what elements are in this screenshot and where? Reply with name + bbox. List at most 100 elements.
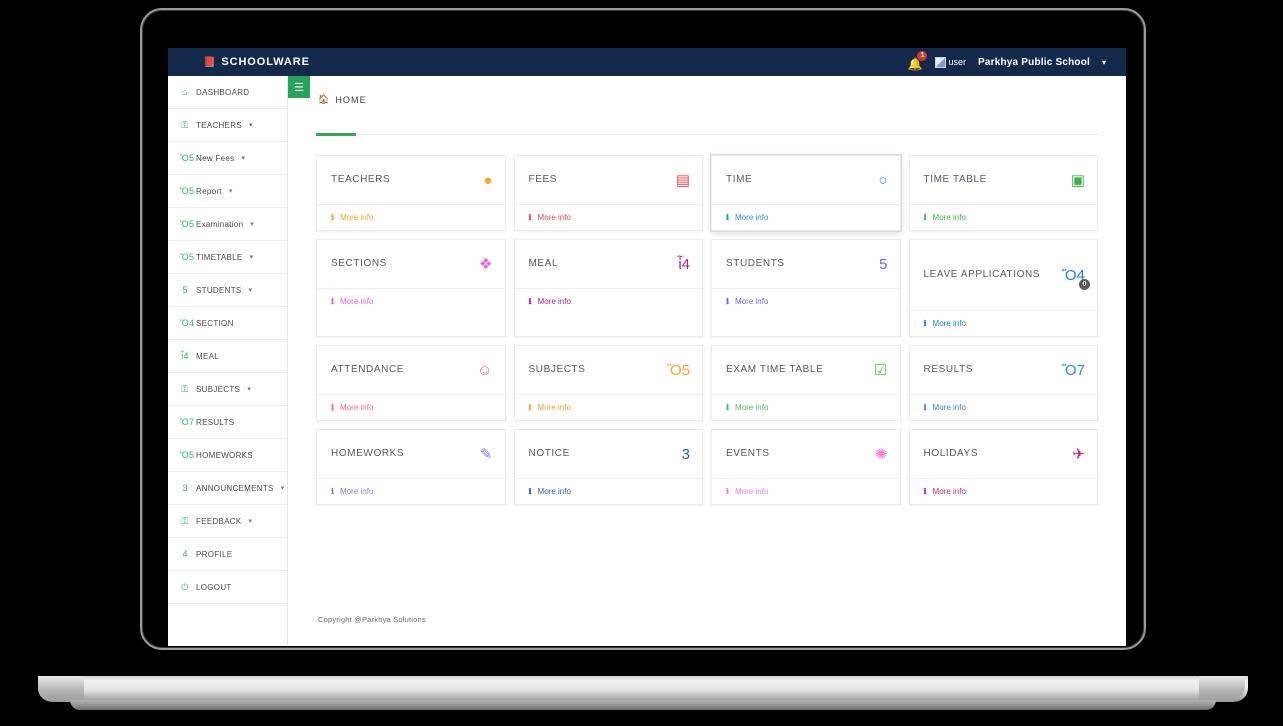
card-meal[interactable]: MEAL ἷ4 ℹ More info xyxy=(514,239,704,337)
sidebar-item-homeworks[interactable]: Ὅ5 HOMEWORKS xyxy=(168,439,287,472)
sidebar-item-feedback[interactable]: ⚿ FEEDBACK ▾ xyxy=(168,505,287,538)
sidebar-item-label: TIMETABLE xyxy=(196,253,243,262)
more-info-link[interactable]: ℹ More info xyxy=(712,394,900,420)
sidebar-item-label: FEEDBACK xyxy=(196,517,242,526)
card-header: STUDENTS ὆5 xyxy=(712,240,900,288)
card-attendance[interactable]: ATTENDANCE ☺ ℹ More info xyxy=(316,345,506,421)
more-info-label: More info xyxy=(340,487,373,496)
sidebar-item-timetable[interactable]: Ὄ5 TIMETABLE ▾ xyxy=(168,241,287,274)
more-info-link[interactable]: ℹ More info xyxy=(712,288,900,314)
sidebar-item-students[interactable]: ὆5 STUDENTS ▾ xyxy=(168,274,287,307)
sidebar-item-label: ANNOUNCEMENTS xyxy=(196,484,274,493)
card-homeworks[interactable]: HOMEWORKS ✎ ℹ More info xyxy=(316,429,506,505)
sidebar-item-report[interactable]: Ὄ5 Report ▾ xyxy=(168,175,287,208)
sidebar-item-section[interactable]: Ὄ4 SECTION xyxy=(168,307,287,340)
more-info-link[interactable]: ℹ More info xyxy=(712,478,900,504)
chevron-down-icon: ▾ xyxy=(247,385,251,393)
calendar-plus-icon: ▣ xyxy=(1071,173,1085,188)
more-info-link[interactable]: ℹ More info xyxy=(515,288,703,314)
calendar-icon: Ὄ5 xyxy=(180,252,190,262)
lock-icon: ⚿ xyxy=(180,120,190,131)
sidebar-item-label: DASHBOARD xyxy=(196,88,249,97)
card-title: HOLIDAYS xyxy=(924,448,979,460)
card-header: TEACHERS ● xyxy=(317,156,505,204)
more-info-link[interactable]: ℹ More info xyxy=(515,478,703,504)
card-title: NOTICE xyxy=(529,448,570,460)
more-info-link[interactable]: ℹ More info xyxy=(712,204,900,230)
card-time[interactable]: TIME ○ ℹ More info xyxy=(711,155,901,231)
more-info-label: More info xyxy=(538,297,571,306)
info-circle-icon: ℹ xyxy=(726,487,729,496)
more-info-link[interactable]: ℹ More info xyxy=(515,204,703,230)
card-title: EXAM TIME TABLE xyxy=(726,364,823,376)
more-info-link[interactable]: ℹ More info xyxy=(317,204,505,230)
card-students[interactable]: STUDENTS ὆5 ℹ More info xyxy=(711,239,901,337)
sidebar-toggle-button[interactable]: ☰ xyxy=(288,76,310,98)
card-header: HOLIDAYS ✈ xyxy=(910,430,1098,478)
chevron-down-icon: ▾ xyxy=(249,121,253,129)
book-icon: 📕 xyxy=(203,57,216,68)
file-text-icon: Ὄ4 0 xyxy=(1062,268,1085,283)
more-info-link[interactable]: ℹ More info xyxy=(515,394,703,420)
card-title: MEAL xyxy=(529,258,559,270)
card-events[interactable]: EVENTS ✺ ℹ More info xyxy=(711,429,901,505)
card-header: HOMEWORKS ✎ xyxy=(317,430,505,478)
sidebar-item-label: SECTION xyxy=(196,319,234,328)
card-time-table[interactable]: TIME TABLE ▣ ℹ More info xyxy=(909,155,1099,231)
calendar-check-icon: ☑ xyxy=(874,363,887,378)
card-header: MEAL ἷ4 xyxy=(515,240,703,288)
more-info-link[interactable]: ℹ More info xyxy=(910,478,1098,504)
card-results[interactable]: RESULTS Ὄ7 ℹ More info xyxy=(909,345,1099,421)
card-subjects[interactable]: SUBJECTS Ὅ5 ℹ More info xyxy=(514,345,704,421)
breadcrumb: 🏠 HOME xyxy=(318,94,1126,105)
sidebar-item-new-fees[interactable]: Ὄ5 New Fees ▾ xyxy=(168,142,287,175)
sidebar-item-subjects[interactable]: ⚿ SUBJECTS ▾ xyxy=(168,373,287,406)
card-header: SUBJECTS Ὅ5 xyxy=(515,346,703,394)
notifications-button[interactable]: 🔔 1 xyxy=(907,53,923,71)
browser-viewport: 📕 SCHOOLWARE 🔔 1 user Parkhya Public Sch… xyxy=(168,48,1126,646)
card-leave-applications[interactable]: LEAVE APPLICATIONS Ὄ4 0 ℹ More info xyxy=(909,239,1099,337)
chevron-down-icon: ▾ xyxy=(250,253,254,261)
info-circle-icon: ℹ xyxy=(726,213,729,222)
laptop-base-lip xyxy=(70,700,1216,710)
brand-logo[interactable]: 📕 SCHOOLWARE xyxy=(203,56,310,68)
chevron-down-icon[interactable]: ▾ xyxy=(1102,58,1106,67)
info-circle-icon: ℹ xyxy=(529,487,532,496)
sidebar-item-dashboard[interactable]: ⌂ DASHBOARD xyxy=(168,76,287,109)
book-icon: Ὅ5 xyxy=(667,363,690,378)
sidebar-item-results[interactable]: Ὄ7 RESULTS xyxy=(168,406,287,439)
card-holidays[interactable]: HOLIDAYS ✈ ℹ More info xyxy=(909,429,1099,505)
card-exam-time-table[interactable]: EXAM TIME TABLE ☑ ℹ More info xyxy=(711,345,901,421)
more-info-label: More info xyxy=(538,403,571,412)
card-row: ATTENDANCE ☺ ℹ More info SUBJECTS Ὅ5 ℹ More inf… xyxy=(316,345,1098,421)
card-title: SUBJECTS xyxy=(529,364,586,376)
card-teachers[interactable]: TEACHERS ● ℹ More info xyxy=(316,155,506,231)
laptop-mockup: 📕 SCHOOLWARE 🔔 1 user Parkhya Public Sch… xyxy=(0,0,1283,726)
more-info-link[interactable]: ℹ More info xyxy=(910,394,1098,420)
card-header: LEAVE APPLICATIONS Ὄ4 0 xyxy=(910,240,1098,310)
broken-image-icon xyxy=(935,57,946,68)
sidebar-item-logout[interactable]: ⏻ LOGOUT xyxy=(168,571,287,604)
users-icon: ὆5 xyxy=(180,285,190,295)
sidebar-item-label: STUDENTS xyxy=(196,286,242,295)
card-sections[interactable]: SECTIONS ❖ ℹ More info xyxy=(316,239,506,337)
sidebar-item-label: HOMEWORKS xyxy=(196,451,253,460)
sidebar-item-examination[interactable]: Ὄ5 Examination ▾ xyxy=(168,208,287,241)
card-notice[interactable]: NOTICE ὎3 ℹ More info xyxy=(514,429,704,505)
sidebar-item-meal[interactable]: ἷ4 MEAL xyxy=(168,340,287,373)
card-header: ATTENDANCE ☺ xyxy=(317,346,505,394)
more-info-link[interactable]: ℹ More info xyxy=(317,394,505,420)
more-info-link[interactable]: ℹ More info xyxy=(317,288,505,314)
more-info-link[interactable]: ℹ More info xyxy=(317,478,505,504)
sidebar-item-label: TEACHERS xyxy=(196,121,242,130)
more-info-link[interactable]: ℹ More info xyxy=(910,310,1098,336)
card-fees[interactable]: FEES ▤ ℹ More info xyxy=(514,155,704,231)
sidebar-item-teachers[interactable]: ⚿ TEACHERS ▾ xyxy=(168,109,287,142)
more-info-link[interactable]: ℹ More info xyxy=(910,204,1098,230)
card-title: TEACHERS xyxy=(331,174,390,186)
sidebar-item-announcements[interactable]: ὎3 ANNOUNCEMENTS ▾ xyxy=(168,472,287,505)
book-icon: Ὅ5 xyxy=(180,450,190,460)
id-card-icon: Ὄ7 xyxy=(1062,363,1085,378)
card-row: TEACHERS ● ℹ More info FEES ▤ ℹ More info TIME ○ ℹ… xyxy=(316,155,1098,231)
sidebar-item-profile[interactable]: ὆4 PROFILE xyxy=(168,538,287,571)
